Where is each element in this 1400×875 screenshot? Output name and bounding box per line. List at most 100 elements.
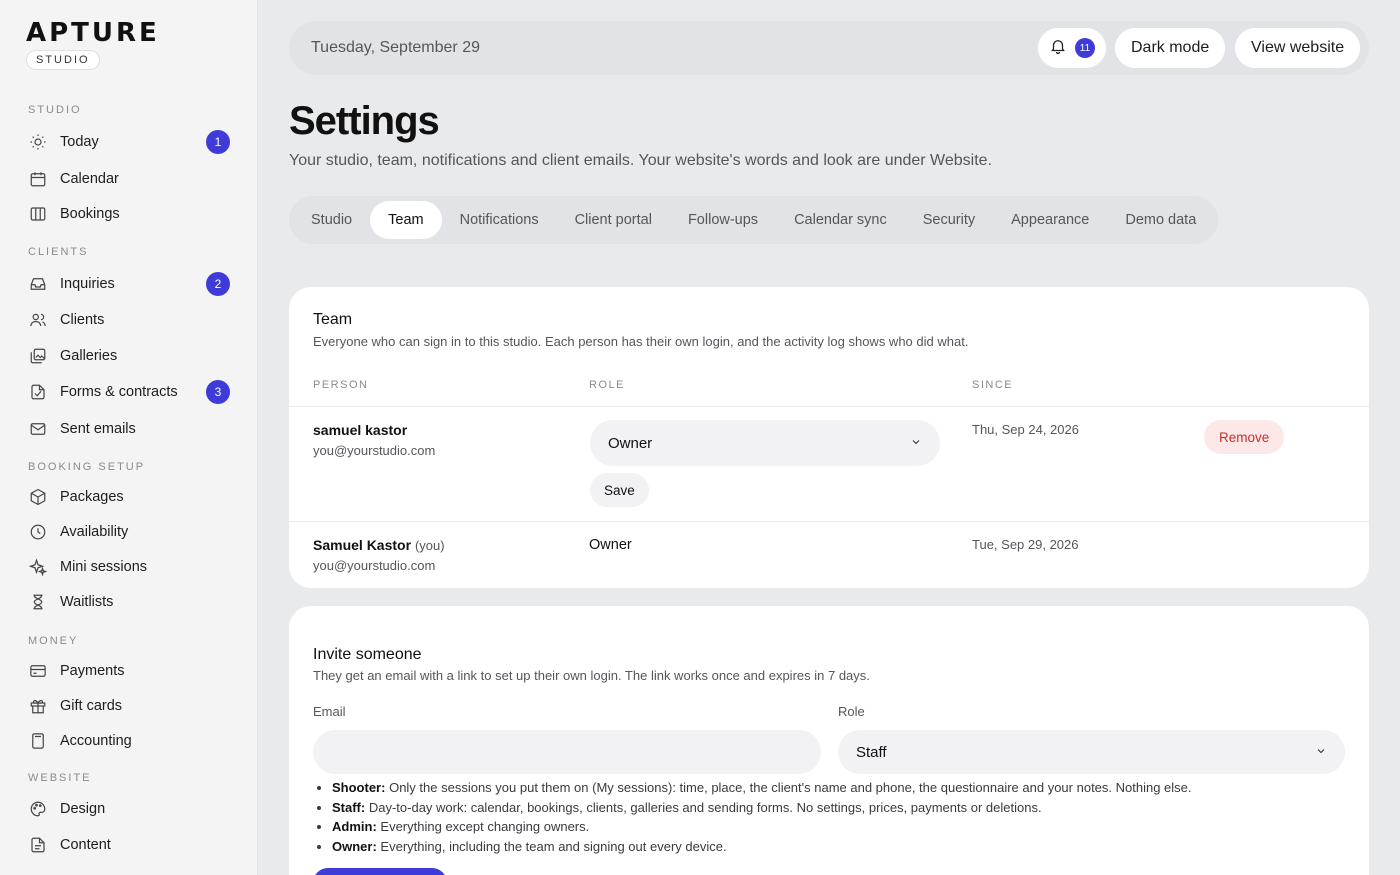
sidebar-item-label: Waitlists <box>60 594 114 610</box>
member-role-value: Owner <box>608 434 653 452</box>
sidebar-item-label: Forms & contracts <box>60 384 178 400</box>
columns-icon <box>28 204 48 224</box>
sidebar-item-label: Payments <box>60 663 125 679</box>
sparkles-icon <box>28 557 48 577</box>
divider <box>289 521 1369 522</box>
divider <box>289 406 1369 407</box>
sidebar-item-label: Mini sessions <box>60 559 148 575</box>
team-card-title: Team <box>313 311 353 328</box>
notification-count-badge: 11 <box>1075 38 1095 58</box>
sidebar-item-packages[interactable]: Packages <box>28 483 230 511</box>
tab-follow-ups[interactable]: Follow-ups <box>670 201 776 239</box>
tab-client-portal[interactable]: Client portal <box>557 201 670 239</box>
role-desc: Day-to-day work: calendar, bookings, cli… <box>368 799 1042 815</box>
role-name: Staff: <box>332 799 366 815</box>
role-field-label: Role <box>838 704 865 719</box>
team-card-subtitle: Everyone who can sign in to this studio.… <box>313 334 969 349</box>
sidebar-item-accounting[interactable]: Accounting <box>28 727 230 755</box>
palette-icon <box>28 799 48 819</box>
page-subtitle: Your studio, team, notifications and cli… <box>289 152 993 169</box>
role-name: Owner: <box>332 839 377 855</box>
view-website-button[interactable]: View website <box>1235 28 1361 68</box>
tab-studio[interactable]: Studio <box>293 201 370 239</box>
member-name-row: Samuel Kastor (you) <box>313 537 445 553</box>
calendar-icon <box>28 169 48 189</box>
tab-team[interactable]: Team <box>370 201 442 239</box>
sidebar-item-forms-contracts[interactable]: Forms & contracts 3 <box>28 378 230 406</box>
role-desc: Everything, including the team and signi… <box>380 839 727 855</box>
invite-card-subtitle: They get an email with a link to set up … <box>313 668 870 683</box>
tab-notifications[interactable]: Notifications <box>442 201 557 239</box>
tab-appearance[interactable]: Appearance <box>993 201 1107 239</box>
sidebar-item-label: Content <box>60 837 111 853</box>
page-title: Settings <box>289 99 440 143</box>
brand-logo[interactable]: APTURE <box>26 20 160 46</box>
column-header-role: ROLE <box>589 379 625 391</box>
section-label-website: WEBSITE <box>28 772 92 784</box>
tab-demo-data[interactable]: Demo data <box>1107 201 1214 239</box>
invite-card: Invite someone They get an email with a … <box>289 606 1369 875</box>
sidebar-item-label: Accounting <box>60 733 132 749</box>
you-indicator: (you) <box>414 538 445 553</box>
team-card: Team Everyone who can sign in to this st… <box>289 287 1369 588</box>
sidebar-item-label: Bookings <box>60 206 120 222</box>
role-descriptions: Shooter: Only the sessions you put them … <box>332 778 1192 857</box>
forms-count-badge: 3 <box>206 380 230 404</box>
tab-security[interactable]: Security <box>905 201 993 239</box>
role-name: Shooter: <box>332 780 386 795</box>
credit-card-icon <box>28 661 48 681</box>
clock-icon <box>28 522 48 542</box>
sidebar-item-today[interactable]: Today 1 <box>28 128 230 156</box>
member-role: Owner <box>589 537 632 553</box>
sidebar-item-label: Galleries <box>60 348 118 364</box>
role-description-item: Owner: Everything, including the team an… <box>332 837 1192 857</box>
sidebar-item-calendar[interactable]: Calendar <box>28 165 230 193</box>
role-description-item: Staff: Day-to-day work: calendar, bookin… <box>332 798 1192 818</box>
section-label-clients: CLIENTS <box>28 246 89 258</box>
role-description-item: Admin: Everything except changing owners… <box>332 817 1192 837</box>
sidebar-item-bookings[interactable]: Bookings <box>28 200 230 228</box>
sidebar-item-waitlists[interactable]: Waitlists <box>28 588 230 616</box>
email-field-label: Email <box>313 704 346 719</box>
sidebar-item-inquiries[interactable]: Inquiries 2 <box>28 270 230 298</box>
studio-tag: STUDIO <box>26 50 100 70</box>
gift-icon <box>28 696 48 716</box>
sidebar-item-sent-emails[interactable]: Sent emails <box>28 415 230 443</box>
sidebar-item-label: Availability <box>60 524 129 540</box>
role-description-item: Shooter: Only the sessions you put them … <box>332 778 1192 798</box>
sidebar-item-label: Packages <box>60 489 124 505</box>
sidebar-item-galleries[interactable]: Galleries <box>28 342 230 370</box>
send-invite-button[interactable] <box>313 868 447 875</box>
sidebar-item-gift-cards[interactable]: Gift cards <box>28 692 230 720</box>
users-icon <box>28 310 48 330</box>
bell-icon <box>1049 37 1067 60</box>
save-role-button[interactable]: Save <box>590 473 649 507</box>
sidebar-item-design[interactable]: Design <box>28 795 230 823</box>
dark-mode-button[interactable]: Dark mode <box>1115 28 1226 68</box>
package-icon <box>28 487 48 507</box>
invite-email-input[interactable] <box>313 730 821 774</box>
section-label-money: MONEY <box>28 635 79 647</box>
sidebar-item-label: Today <box>60 134 99 150</box>
member-name: Samuel Kastor <box>313 537 412 553</box>
member-since: Thu, Sep 24, 2026 <box>972 422 1079 437</box>
invite-role-select[interactable]: Staff <box>838 730 1345 774</box>
sidebar-item-content[interactable]: Content <box>28 831 230 859</box>
inquiries-count-badge: 2 <box>206 272 230 296</box>
sidebar-item-label: Inquiries <box>60 276 115 292</box>
sidebar-item-payments[interactable]: Payments <box>28 657 230 685</box>
member-since: Tue, Sep 29, 2026 <box>972 537 1079 552</box>
chevron-down-icon <box>1315 744 1327 761</box>
sidebar-item-clients[interactable]: Clients <box>28 306 230 334</box>
sidebar-item-mini-sessions[interactable]: Mini sessions <box>28 553 230 581</box>
settings-tabs: Studio Team Notifications Client portal … <box>289 196 1219 244</box>
sidebar-item-label: Clients <box>60 312 105 328</box>
tab-calendar-sync[interactable]: Calendar sync <box>776 201 905 239</box>
sidebar-item-availability[interactable]: Availability <box>28 518 230 546</box>
remove-member-button[interactable]: Remove <box>1204 420 1285 454</box>
member-role-select[interactable]: Owner <box>590 420 940 466</box>
section-label-booking-setup: BOOKING SETUP <box>28 461 146 473</box>
notifications-button[interactable]: 11 <box>1038 28 1106 68</box>
gallery-icon <box>28 346 48 366</box>
section-label-studio: STUDIO <box>28 104 82 116</box>
